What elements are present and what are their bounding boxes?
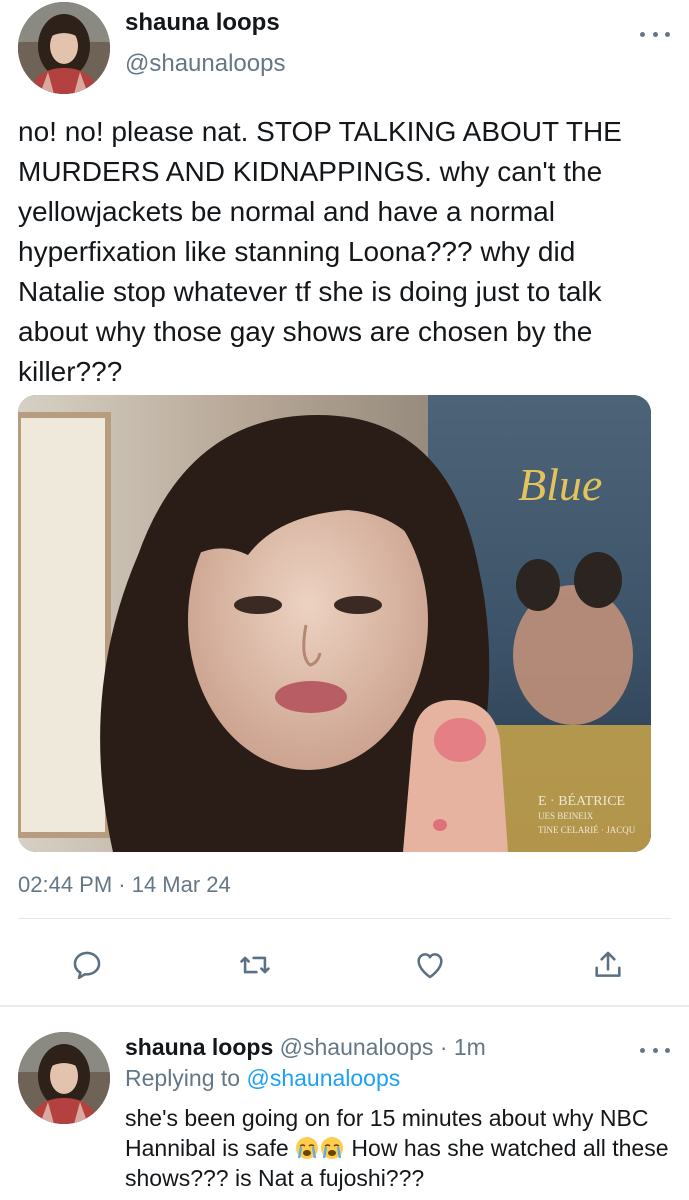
- divider: [18, 918, 671, 919]
- tweet-actions: [0, 935, 689, 995]
- poster-title: Blue: [518, 459, 602, 510]
- retweet-icon: [240, 956, 270, 974]
- loudly-crying-face-icon: [296, 1137, 319, 1159]
- reply-display-name[interactable]: shauna loops: [125, 1034, 273, 1060]
- author-handle[interactable]: @shaunaloops: [125, 50, 285, 78]
- photo-image: Blue E · BÉATRICE UES BEINEIX TINE CELAR…: [18, 395, 651, 852]
- more-horizontal-icon[interactable]: [640, 1040, 670, 1060]
- heart-icon: [417, 953, 443, 979]
- share-icon: [595, 951, 621, 977]
- replying-to-label: Replying to: [125, 1065, 247, 1091]
- avatar-image: [18, 2, 110, 94]
- poster-credit-1: E · BÉATRICE: [538, 792, 625, 809]
- main-tweet: shauna loops @shaunaloops no! no! please…: [0, 0, 689, 1005]
- reply-handle[interactable]: @shaunaloops: [280, 1034, 434, 1060]
- author-display-name[interactable]: shauna loops: [125, 9, 280, 37]
- reply-text: she's been going on for 15 minutes about…: [125, 1103, 670, 1193]
- share-button[interactable]: [586, 943, 630, 987]
- reply-header: shauna loops @shaunaloops · 1m: [125, 1034, 486, 1061]
- replying-to: Replying to @shaunaloops: [125, 1065, 400, 1092]
- loudly-crying-face-icon: [321, 1137, 344, 1159]
- author-avatar[interactable]: [18, 2, 110, 94]
- retweet-button[interactable]: [233, 943, 277, 987]
- poster-credit-3: TINE CELARIÉ · JACQU: [538, 825, 636, 835]
- tweet-photo[interactable]: Blue E · BÉATRICE UES BEINEIX TINE CELAR…: [18, 395, 651, 852]
- thread-separator: [0, 1005, 689, 1007]
- more-horizontal-icon[interactable]: [640, 24, 670, 44]
- tweet-timestamp[interactable]: 02:44 PM · 14 Mar 24: [18, 872, 231, 898]
- reply-button[interactable]: [65, 943, 109, 987]
- tweet-text: no! no! please nat. STOP TALKING ABOUT T…: [18, 116, 622, 387]
- reply-author-avatar[interactable]: [18, 1032, 110, 1124]
- like-button[interactable]: [408, 943, 452, 987]
- replying-to-handle-link[interactable]: @shaunaloops: [246, 1065, 400, 1091]
- reply-time[interactable]: 1m: [454, 1034, 486, 1060]
- avatar-image: [18, 1032, 110, 1124]
- poster-credit-2: UES BEINEIX: [538, 811, 594, 821]
- meta-separator: ·: [433, 1034, 454, 1060]
- reply-icon: [73, 951, 101, 980]
